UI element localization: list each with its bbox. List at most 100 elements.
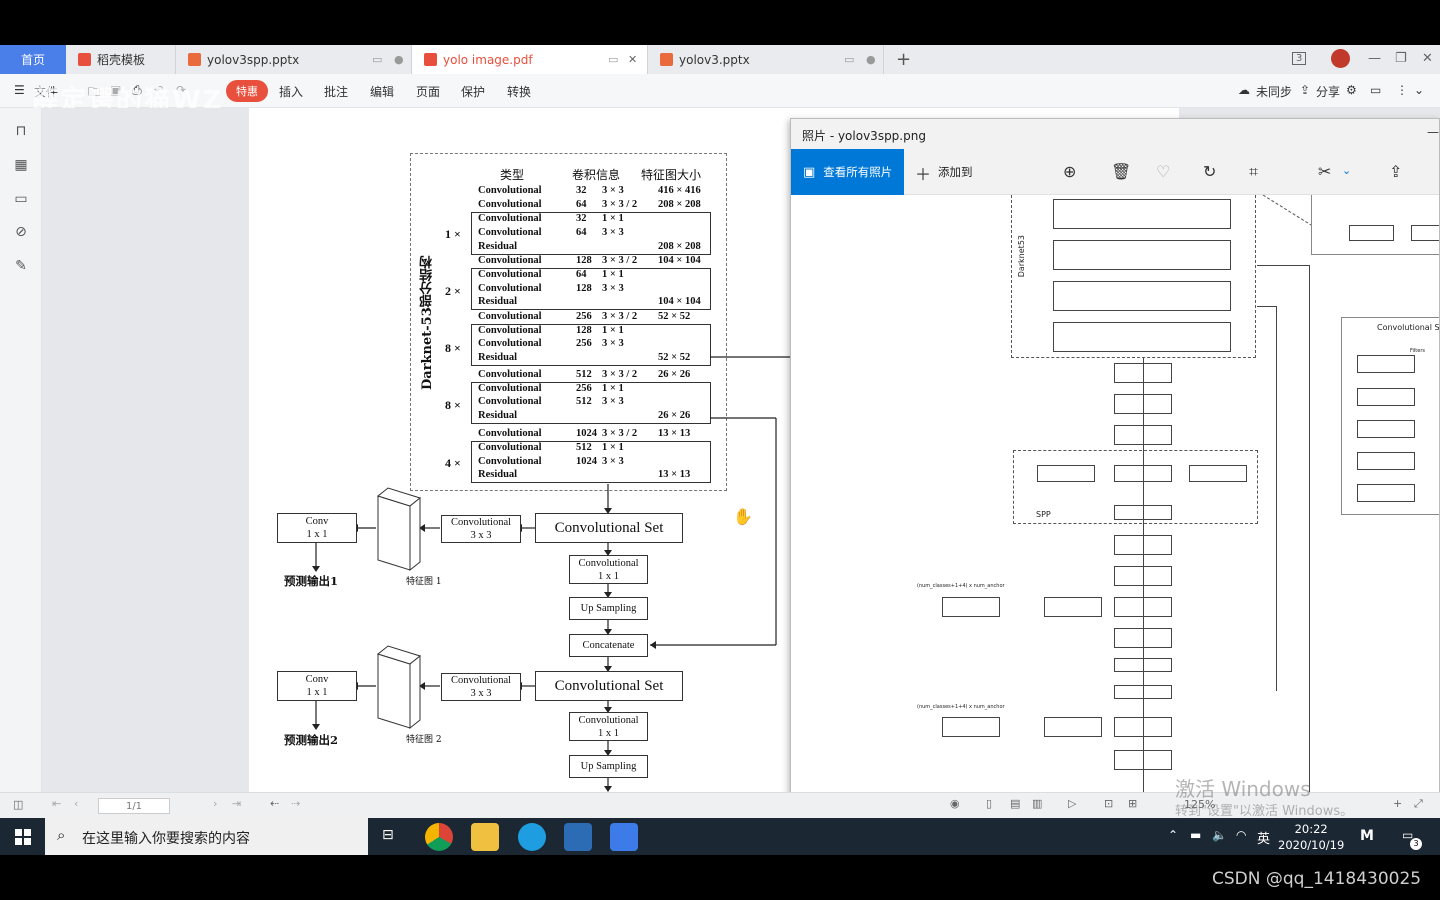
ime-indicator[interactable]: 英 xyxy=(1257,828,1270,847)
conv-set-1: Convolutional Set xyxy=(535,513,683,543)
concatenate-box: Concatenate xyxy=(569,634,648,657)
battery-icon[interactable]: ▬ xyxy=(1190,828,1201,842)
box-line: Conv xyxy=(305,516,329,527)
share-icon[interactable]: ⇪ xyxy=(1389,162,1402,181)
spp-label: SPP xyxy=(1036,510,1051,519)
box-line: 1 x 1 xyxy=(598,570,619,582)
logo-icon[interactable]: M xyxy=(1360,828,1374,844)
wps-app-icon[interactable] xyxy=(610,823,638,851)
next-page-icon[interactable]: › xyxy=(213,797,217,810)
res-block xyxy=(1053,240,1231,270)
conv2d-node xyxy=(942,597,1000,617)
forward-icon[interactable]: ⇢ xyxy=(291,797,300,810)
minimize-icon[interactable]: — xyxy=(1427,125,1439,139)
delete-icon[interactable]: 🗑 xyxy=(1111,162,1131,181)
conv-small-box: Conv 1 x 1 xyxy=(277,671,357,701)
photos-app-icon[interactable] xyxy=(564,823,592,851)
first-page-icon[interactable]: ⇤ xyxy=(52,797,61,810)
prediction-output-1: 预测输出1 xyxy=(284,574,339,588)
clock-time: 20:22 xyxy=(1294,822,1328,836)
conv-node xyxy=(1411,225,1439,241)
tray-expand-icon[interactable]: ⌃ xyxy=(1168,828,1178,842)
zoom-in-icon[interactable]: ⊕ xyxy=(1063,162,1076,181)
zoom-in-icon[interactable]: + xyxy=(1393,797,1402,810)
conv-node xyxy=(1349,225,1394,241)
conv-set-2: Convolutional Set xyxy=(535,671,683,701)
box-line: 3 x 3 xyxy=(470,688,492,699)
add-to-button[interactable]: 添加到 xyxy=(938,164,973,180)
photo-icon: ▣ xyxy=(803,164,816,180)
prev-page-icon[interactable]: ‹ xyxy=(74,797,78,810)
box-line: 1 x 1 xyxy=(306,529,328,540)
play-icon[interactable]: ▷ xyxy=(1068,797,1076,810)
wifi-icon[interactable]: ◠ xyxy=(1236,828,1246,842)
conv-node xyxy=(1357,388,1415,406)
taskbar-search-box[interactable]: ⌕ 在这里输入你要搜索的内容 xyxy=(45,818,368,855)
conv-node xyxy=(1357,355,1415,373)
notification-count-badge: 3 xyxy=(1410,838,1422,850)
dashed-connector xyxy=(1262,195,1312,226)
chrome-icon[interactable] xyxy=(425,823,453,851)
photos-toolbar: ▣ 查看所有照片 ＋ 添加到 ⊕ 🗑 ♡ ↻ ⌗ ✂ ⌄ ⇪ xyxy=(791,149,1439,195)
fit-width-icon[interactable]: ⊡ xyxy=(1104,797,1113,810)
volume-icon[interactable]: 🔈 xyxy=(1212,828,1227,842)
clock-date: 2020/10/19 xyxy=(1278,838,1345,852)
clock[interactable]: 20:22 2020/10/19 xyxy=(1278,821,1344,853)
main-path-line xyxy=(1143,358,1144,796)
heart-icon[interactable]: ♡ xyxy=(1156,162,1170,181)
route-line xyxy=(1257,265,1310,266)
eye-icon[interactable]: ◉ xyxy=(950,797,960,810)
box-line: Convolutional xyxy=(450,517,512,528)
edit-icon[interactable]: ✂ xyxy=(1318,162,1331,181)
photos-window[interactable]: 照片 - yolov3spp.png — ▣ 查看所有照片 ＋ 添加到 ⊕ 🗑 … xyxy=(790,118,1440,797)
fullscreen-icon[interactable]: ⤢ xyxy=(1414,797,1423,811)
box-line: 1 x 1 xyxy=(306,687,328,698)
anchor-label: (num_classes+1+4) x num_anchor xyxy=(917,704,1005,710)
conv-3x3-box: Convolutional 3 x 3 xyxy=(441,673,521,701)
back-icon[interactable]: ⇠ xyxy=(270,797,279,810)
crop-icon[interactable]: ⌗ xyxy=(1249,162,1258,182)
box-line: Convolutional xyxy=(578,557,639,569)
fit-page-icon[interactable]: ⊞ xyxy=(1128,797,1137,810)
plus-icon[interactable]: ＋ xyxy=(915,161,931,185)
conv-node xyxy=(1357,420,1415,438)
single-page-icon[interactable]: ▯ xyxy=(986,797,992,810)
filters-label: Filters xyxy=(1410,348,1425,354)
route-line xyxy=(1276,306,1277,691)
activate-windows-title: 激活 Windows xyxy=(1175,777,1311,801)
darknet53-label: Darknet53 xyxy=(1017,235,1026,278)
prediction-output-2: 预测输出2 xyxy=(284,733,339,747)
screen: 首页 稻壳模板 yolov3spp.pptx ▭ ● yolo image.pd… xyxy=(0,0,1440,900)
double-page-icon[interactable]: ▥ xyxy=(1032,797,1042,810)
box-line: 3 x 3 xyxy=(470,530,492,541)
task-view-icon[interactable]: ⊟ xyxy=(382,827,394,843)
maxpool-node xyxy=(1037,465,1095,482)
conv-node xyxy=(1044,717,1102,737)
edge-icon[interactable] xyxy=(518,823,546,851)
view-all-photos-button[interactable]: ▣ 查看所有照片 xyxy=(791,149,904,195)
route-line xyxy=(1309,265,1310,796)
anchor-label: (num_classes+1+4) x num_anchor xyxy=(917,583,1005,589)
up-sampling-box: Up Sampling xyxy=(569,755,648,778)
sidebar-toggle-icon[interactable]: ◫ xyxy=(13,798,23,811)
conv-small-box: Conv 1 x 1 xyxy=(277,513,357,543)
photos-title: 照片 - yolov3spp.png xyxy=(791,119,1439,149)
hand-cursor-icon: ✋ xyxy=(733,507,753,526)
search-icon: ⌕ xyxy=(57,826,66,844)
photo-canvas: Darknet53 SPP (num_classes+1+4) x num_an… xyxy=(791,195,1439,796)
box-line: Conv xyxy=(305,674,329,685)
res-block xyxy=(1053,281,1231,311)
start-button[interactable] xyxy=(0,818,45,855)
conv-3x3-box: Convolutional 3 x 3 xyxy=(441,515,521,543)
rotate-icon[interactable]: ↻ xyxy=(1203,162,1216,181)
conv-node xyxy=(1044,597,1102,617)
page-number-input[interactable]: 1/1 xyxy=(98,798,170,814)
box-line: Convolutional xyxy=(578,714,639,726)
continuous-page-icon[interactable]: ▤ xyxy=(1010,797,1020,810)
last-page-icon[interactable]: ⇥ xyxy=(232,797,241,810)
file-explorer-icon[interactable] xyxy=(471,823,499,851)
res-block xyxy=(1053,199,1231,229)
chevron-down-icon[interactable]: ⌄ xyxy=(1342,164,1351,177)
conv-node xyxy=(1357,484,1415,502)
feature-map-2-label: 特征图 2 xyxy=(406,735,442,745)
